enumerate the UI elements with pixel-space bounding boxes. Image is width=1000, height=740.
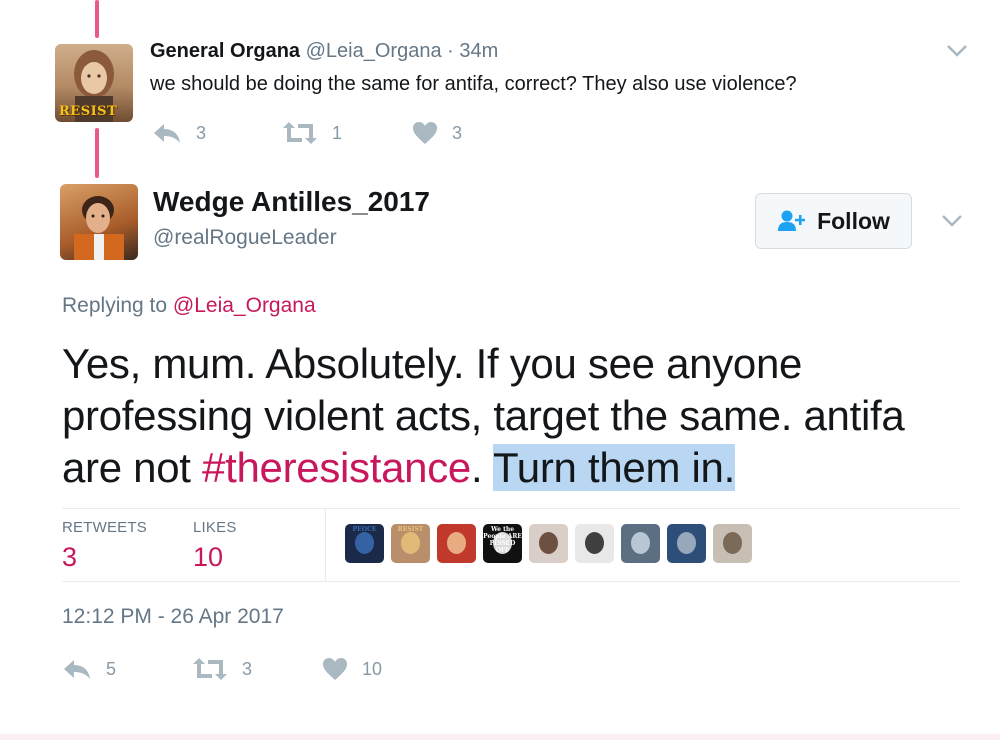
divider: [62, 581, 960, 582]
reply-tweet-header: General Organa @Leia_Organa · 34m: [150, 40, 498, 63]
retweet-count: 3: [242, 658, 253, 679]
reply-tweet-actions: 3 1 3: [152, 121, 462, 145]
replying-to: Replying to @Leia_Organa: [62, 294, 316, 318]
main-author-handle[interactable]: @realRogueLeader: [153, 226, 337, 250]
liker-avatar[interactable]: [529, 524, 568, 563]
liker-avatar-face: [631, 532, 650, 554]
highlighted-text[interactable]: Turn them in.: [492, 444, 735, 491]
liker-avatar-face: [355, 532, 374, 554]
reply-count: 5: [106, 658, 117, 679]
tweet-text-part2: .: [471, 444, 493, 491]
retweet-icon: [193, 658, 227, 680]
stats-separator: [325, 508, 326, 582]
liker-avatar[interactable]: [621, 524, 660, 563]
liker-avatar[interactable]: [575, 524, 614, 563]
like-action[interactable]: 3: [412, 121, 462, 145]
retweet-action[interactable]: 1: [282, 121, 412, 145]
likes-value[interactable]: 10: [193, 542, 223, 573]
avatar-portrait: [74, 196, 124, 260]
bottom-border: [0, 734, 1000, 740]
main-tweet-actions: 5 3 10: [62, 657, 382, 681]
avatar[interactable]: [60, 184, 138, 260]
reply-icon: [64, 660, 90, 679]
avatar[interactable]: RESIST: [55, 44, 133, 122]
likes-label[interactable]: LIKES: [193, 519, 237, 536]
liker-avatar[interactable]: RESIST: [391, 524, 430, 563]
liker-avatar-face: [585, 532, 604, 554]
thread-line-top: [95, 0, 99, 38]
liker-avatar[interactable]: [667, 524, 706, 563]
main-tweet-text: Yes, mum. Absolutely. If you see anyone …: [62, 338, 962, 494]
liker-avatar-face: [539, 532, 558, 554]
like-count: 10: [362, 658, 383, 679]
liker-avatar-label: We the People ARE PISSED OFF: [483, 526, 522, 554]
liker-avatar-face: [677, 532, 696, 554]
heart-icon: [413, 122, 437, 144]
resist-badge: RESIST: [59, 104, 118, 119]
separator: ·: [447, 40, 454, 62]
follow-button[interactable]: Follow: [755, 193, 912, 249]
liker-avatar[interactable]: [713, 524, 752, 563]
liker-avatar-label: RESIST: [397, 526, 424, 533]
liker-avatar[interactable]: PEOCE: [345, 524, 384, 563]
cropped-action-row: [260, 0, 460, 4]
add-user-icon: [778, 210, 806, 231]
author-name[interactable]: General Organa: [150, 40, 300, 62]
reply-action[interactable]: 5: [62, 657, 192, 681]
replying-handle[interactable]: @Leia_Organa: [173, 294, 316, 317]
divider: [62, 508, 960, 509]
retweets-value[interactable]: 3: [62, 542, 77, 573]
replying-prefix: Replying to: [62, 294, 168, 317]
main-author-name[interactable]: Wedge Antilles_2017: [153, 186, 430, 218]
retweet-count: 1: [332, 122, 343, 143]
reply-action[interactable]: 3: [152, 121, 282, 145]
reply-icon: [154, 124, 180, 143]
heart-icon: [323, 658, 347, 680]
retweets-label[interactable]: RETWEETS: [62, 519, 147, 536]
liker-avatar[interactable]: [437, 524, 476, 563]
liker-avatar-face: [447, 532, 466, 554]
retweet-action[interactable]: 3: [192, 657, 322, 681]
liker-avatar-face: [723, 532, 742, 554]
reply-count: 3: [196, 122, 207, 143]
liker-avatar-label: PEOCE: [352, 526, 377, 533]
reply-tweet-text: we should be doing the same for antifa, …: [150, 73, 797, 95]
hashtag-link[interactable]: #theresistance: [202, 444, 471, 491]
chevron-down-icon[interactable]: [941, 214, 963, 228]
tweet-time[interactable]: 34m: [459, 40, 498, 62]
liker-avatar-face: [401, 532, 420, 554]
retweet-icon: [283, 122, 317, 144]
thread-line-middle: [95, 128, 99, 178]
follow-label: Follow: [817, 207, 890, 234]
liker-avatar[interactable]: We the People ARE PISSED OFF: [483, 524, 522, 563]
tweet-timestamp[interactable]: 12:12 PM - 26 Apr 2017: [62, 605, 284, 629]
chevron-down-icon[interactable]: [946, 44, 968, 58]
like-count: 3: [452, 122, 463, 143]
like-action[interactable]: 10: [322, 657, 382, 681]
author-handle[interactable]: @Leia_Organa: [306, 40, 442, 62]
